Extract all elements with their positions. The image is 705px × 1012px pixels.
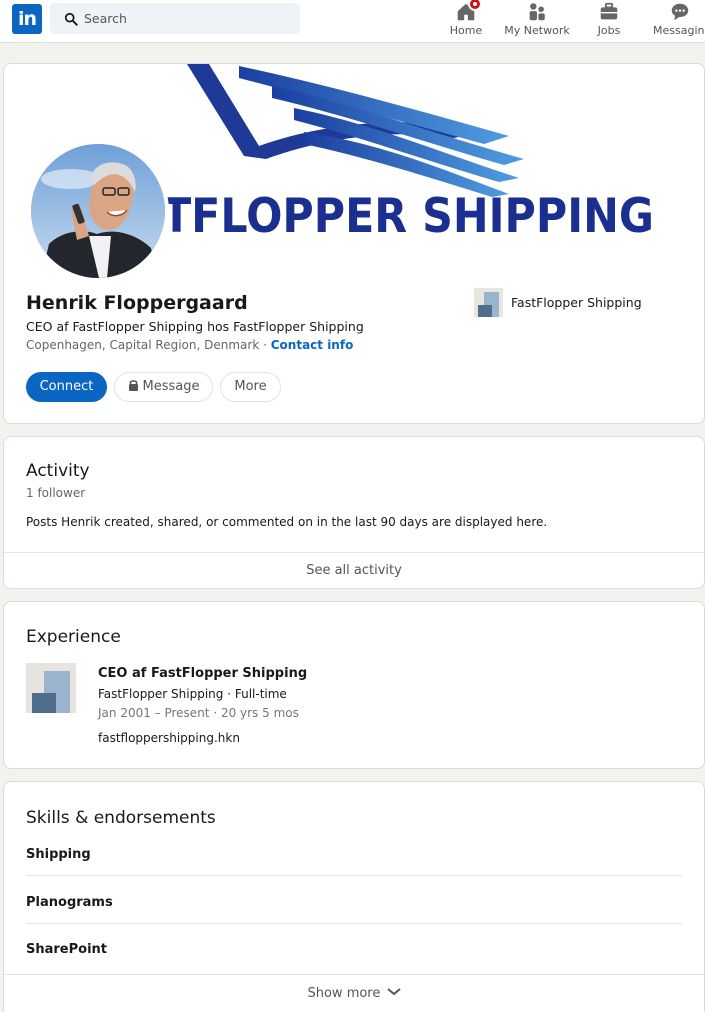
nav-home[interactable]: Home xyxy=(446,0,486,43)
skills-title: Skills & endorsements xyxy=(26,808,216,828)
activity-card: Activity 1 follower Posts Henrik created… xyxy=(3,436,705,589)
banner-company-text: TFLOPPER SHIPPING xyxy=(162,189,654,244)
profile-photo xyxy=(31,144,165,278)
experience-dates: Jan 2001 – Present · 20 yrs 5 mos xyxy=(98,706,299,720)
profile-card: TFLOPPER SHIPPING Henrik Floppergaard CE… xyxy=(3,63,705,424)
skill-item[interactable]: Planograms xyxy=(26,895,683,910)
more-button[interactable]: More xyxy=(220,372,281,402)
linkedin-logo[interactable]: in xyxy=(12,4,42,34)
contact-info-link[interactable]: Contact info xyxy=(271,338,354,352)
show-more-button[interactable]: Show more xyxy=(4,974,704,1012)
experience-company: FastFlopper Shipping · Full-time xyxy=(98,687,287,701)
activity-description: Posts Henrik created, shared, or comment… xyxy=(26,515,548,529)
nav-jobs[interactable]: Jobs xyxy=(592,0,626,43)
company-name: FastFlopper Shipping xyxy=(511,295,642,310)
nav-messaging[interactable]: Messaging xyxy=(650,0,705,43)
show-more-label: Show more xyxy=(307,986,381,1001)
experience-role[interactable]: CEO af FastFlopper Shipping xyxy=(98,666,307,681)
message-icon xyxy=(671,3,689,21)
chevron-down-icon xyxy=(386,988,401,996)
experience-title: Experience xyxy=(26,627,121,647)
top-navigation: in Home My Network Jobs xyxy=(0,0,705,43)
profile-location: Copenhagen, Capital Region, Denmark xyxy=(26,338,260,352)
skill-item[interactable]: SharePoint xyxy=(26,942,683,957)
profile-headline: CEO af FastFlopper Shipping hos FastFlop… xyxy=(26,319,364,334)
profile-location-line: Copenhagen, Capital Region, Denmark · Co… xyxy=(26,338,353,352)
activity-title: Activity xyxy=(26,461,90,481)
location-separator: · xyxy=(259,338,271,352)
experience-description: fastfloppershipping.hkn xyxy=(98,731,240,745)
nav-messaging-label: Messaging xyxy=(653,24,705,37)
search-icon xyxy=(64,12,78,26)
divider xyxy=(26,875,683,876)
follower-count: 1 follower xyxy=(26,486,86,500)
divider xyxy=(26,923,683,924)
nav-jobs-label: Jobs xyxy=(597,24,621,37)
experience-company-logo[interactable] xyxy=(26,663,76,713)
search-input[interactable] xyxy=(84,3,284,34)
message-button-label: Message xyxy=(142,379,200,394)
briefcase-icon xyxy=(600,2,618,20)
nav-my-network-label: My Network xyxy=(504,24,570,37)
search-box[interactable] xyxy=(50,3,300,34)
see-all-activity-link[interactable]: See all activity xyxy=(4,552,704,588)
company-logo-icon xyxy=(478,292,499,317)
skills-card: Skills & endorsements Shipping Planogram… xyxy=(3,781,705,1012)
profile-avatar[interactable] xyxy=(27,140,169,282)
company-logo-icon xyxy=(32,671,70,713)
profile-name: Henrik Floppergaard xyxy=(26,292,248,314)
message-button[interactable]: Message xyxy=(114,372,213,402)
nav-home-label: Home xyxy=(449,24,483,37)
notification-badge xyxy=(468,0,482,11)
experience-card: Experience CEO af FastFlopper Shipping F… xyxy=(3,601,705,769)
nav-my-network[interactable]: My Network xyxy=(503,0,571,43)
skill-item[interactable]: Shipping xyxy=(26,847,683,862)
connect-button[interactable]: Connect xyxy=(26,372,107,402)
lock-icon xyxy=(128,380,138,391)
company-logo xyxy=(474,288,503,317)
network-icon xyxy=(529,3,545,21)
